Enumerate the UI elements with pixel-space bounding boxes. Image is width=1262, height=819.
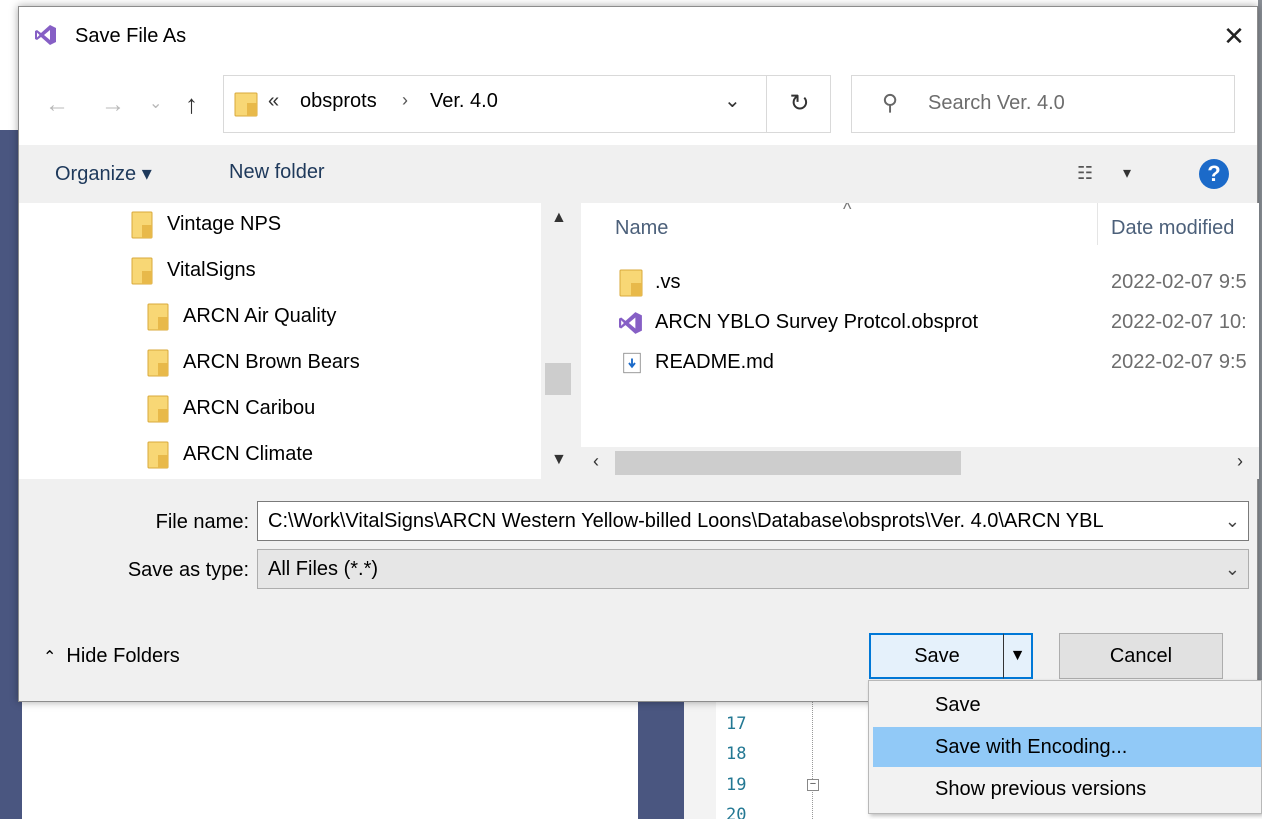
file-row[interactable]: .vs 2022-02-07 9:5 [581,265,1259,305]
editor-gutter [684,700,716,819]
horizontal-scrollbar[interactable]: ‹ › [581,447,1259,479]
fold-guide [812,700,813,819]
file-date: 2022-02-07 9:5 [1111,271,1247,293]
column-divider[interactable] [1097,203,1098,245]
refresh-icon[interactable]: ↻ [766,76,832,132]
breadcrumb-separator-icon[interactable]: › [402,90,408,111]
new-folder-button[interactable]: New folder [229,161,325,184]
visual-studio-icon [619,312,642,334]
collapse-icon[interactable]: − [807,779,819,791]
menu-item-show-previous-versions[interactable]: Show previous versions [873,769,1261,809]
title-bar: Save File As ✕ [19,7,1257,65]
help-icon[interactable]: ? [1199,159,1229,189]
forward-arrow-icon[interactable]: → [101,91,125,119]
menu-item-save[interactable]: Save [873,685,1261,725]
folder-icon [147,349,169,377]
folder-icon [234,92,258,117]
save-as-type-value: All Files (*.*) [268,558,379,580]
save-options-dropdown-icon[interactable]: ▼ [1003,633,1033,679]
file-row[interactable]: ARCN YBLO Survey Protcol.obsprot 2022-02… [581,305,1259,345]
chevron-down-icon[interactable]: ⌄ [1225,550,1240,588]
chevron-up-icon: ⌃ [43,649,57,666]
scroll-right-icon[interactable]: › [1237,451,1243,472]
overflow-chevron-icon[interactable]: « [268,90,279,113]
file-name: ARCN YBLO Survey Protcol.obsprot [655,311,979,333]
line-number: 20 [726,805,747,819]
file-name-label: File name: [155,511,249,533]
save-options-menu: Save Save with Encoding... Show previous… [868,680,1262,814]
visual-studio-icon [35,25,56,45]
background-panel [22,700,640,819]
chevron-down-icon[interactable]: ⌄ [1225,502,1240,540]
address-bar[interactable]: « obsprots › Ver. 4.0 ⌄ ↻ [223,75,831,133]
search-input[interactable]: ⚲ Search Ver. 4.0 [851,75,1235,133]
save-file-as-dialog: Save File As ✕ ← → ⌄ ↑ « obsprots › Ver.… [18,6,1259,702]
navigation-tree: Vintage NPS VitalSigns ARCN Air Quality … [19,203,575,479]
hide-folders-button[interactable]: ⌃ Hide Folders [43,645,180,668]
scroll-down-icon[interactable]: ▼ [551,451,567,469]
background-divider [638,700,684,819]
document-icon [623,352,641,374]
search-placeholder: Search Ver. 4.0 [928,92,1065,114]
folder-icon [147,395,169,423]
scroll-left-icon[interactable]: ‹ [593,451,599,472]
file-date: 2022-02-07 9:5 [1111,351,1247,373]
column-header-name[interactable]: Name [615,217,668,240]
tree-item-label: ARCN Air Quality [183,305,337,327]
view-dropdown-icon[interactable]: ▾ [1123,163,1131,183]
file-row[interactable]: README.md 2022-02-07 9:5 [581,345,1259,385]
file-date: 2022-02-07 10: [1111,311,1247,333]
tree-item-label: Vintage NPS [167,213,282,235]
up-arrow-icon[interactable]: ↑ [185,89,198,120]
line-number: 18 [726,744,747,764]
file-name: .vs [655,271,681,293]
file-name: README.md [655,351,774,373]
file-name-field[interactable]: C:\Work\VitalSigns\ARCN Western Yellow-b… [257,501,1249,541]
scroll-up-icon[interactable]: ▲ [551,209,567,227]
tree-item-label: ARCN Brown Bears [183,351,360,373]
folder-icon [147,441,169,469]
file-name-value: C:\Work\VitalSigns\ARCN Western Yellow-b… [268,510,1104,532]
folder-icon [131,257,153,285]
hide-folders-label: Hide Folders [66,645,180,667]
sort-ascending-icon: ^ [843,203,852,219]
folder-icon [131,211,153,239]
view-options-icon[interactable]: ☷ [1077,163,1093,184]
breadcrumb-ver-4-0[interactable]: Ver. 4.0 [430,90,498,113]
cancel-button[interactable]: Cancel [1059,633,1223,679]
dialog-title: Save File As [75,25,187,47]
search-icon: ⚲ [882,90,899,115]
breadcrumb-obsprots[interactable]: obsprots [300,90,377,113]
folder-icon [147,303,169,331]
menu-item-save-with-encoding[interactable]: Save with Encoding... [873,727,1261,767]
close-button[interactable]: ✕ [1211,7,1257,65]
chevron-down-icon[interactable]: ⌄ [724,88,741,113]
folder-icon [619,269,643,297]
navigation-bar: ← → ⌄ ↑ « obsprots › Ver. 4.0 ⌄ ↻ ⚲ Sear… [19,65,1257,145]
save-as-type-label: Save as type: [127,559,249,581]
tree-scrollbar[interactable]: ▲ ▼ [541,203,575,479]
back-arrow-icon[interactable]: ← [45,91,69,119]
line-number: 19 [726,775,747,795]
organize-button[interactable]: Organize ▾ [55,161,152,186]
file-list: ^ Name Date modified .vs 2022-02-07 9:5 … [581,203,1259,479]
command-toolbar: Organize ▾ New folder ☷ ▾ ? [19,145,1257,203]
line-number: 17 [726,714,747,734]
tree-item-label: ARCN Climate [183,443,314,465]
column-header-date-modified[interactable]: Date modified [1111,217,1234,240]
tree-item-label: VitalSigns [167,259,256,281]
scroll-thumb[interactable] [545,363,571,395]
save-as-type-select[interactable]: All Files (*.*) ⌄ [257,549,1249,589]
tree-item-label: ARCN Caribou [183,397,316,419]
scroll-thumb[interactable] [615,451,961,475]
recent-locations-icon[interactable]: ⌄ [149,93,162,113]
save-button[interactable]: Save [869,633,1005,679]
